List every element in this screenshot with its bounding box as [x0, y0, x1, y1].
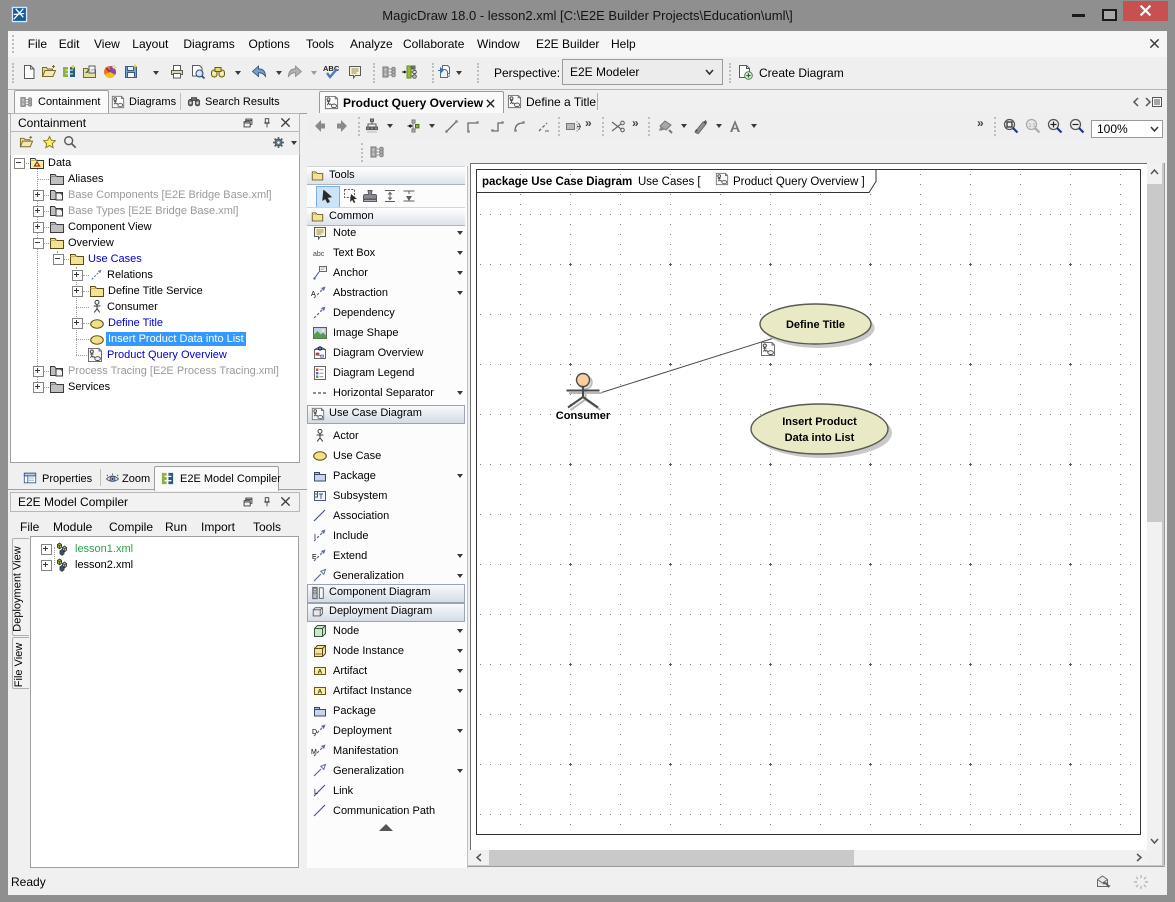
svg-text:Use Cases [: Use Cases [ [638, 176, 701, 188]
svg-text:1:1: 1:1 [1029, 123, 1036, 129]
svg-text:Product Query Overview ]: Product Query Overview ] [733, 176, 865, 188]
svg-text:Data into List: Data into List [785, 432, 855, 444]
svg-text:package Use Case Diagram: package Use Case Diagram [482, 176, 632, 188]
svg-text:Insert Product: Insert Product [782, 416, 857, 428]
svg-text:Define Title: Define Title [786, 319, 845, 331]
svg-text:Consumer: Consumer [556, 410, 611, 422]
